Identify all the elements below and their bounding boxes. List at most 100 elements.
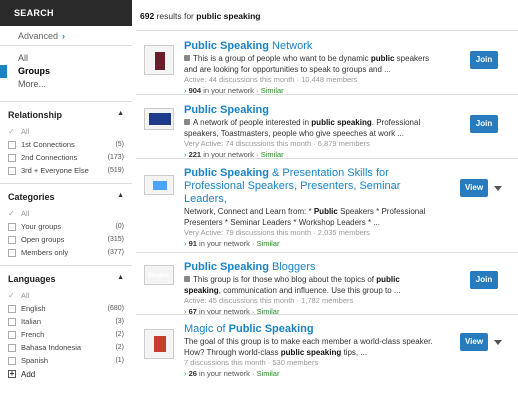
facet-option[interactable]: Open groups (315) (8, 233, 124, 246)
group-logo[interactable] (144, 329, 174, 359)
facet-option[interactable]: Spanish (1) (8, 354, 124, 367)
checkbox[interactable] (8, 140, 16, 149)
facet-label: Italian (21, 317, 42, 326)
facet-count: (377) (107, 249, 124, 256)
facet-relationship: Relationship ▲ ✓ All 1st Connections (5) 2… (0, 102, 132, 184)
lock-icon (184, 119, 190, 125)
network-label[interactable]: in your network (199, 239, 250, 248)
facet-count: (173) (107, 154, 124, 161)
result-item: Public Speaking & Presentation Skills fo… (136, 158, 518, 252)
result-stats: 7 discussions this month · 530 members (184, 358, 319, 367)
result-title-link[interactable]: Public Speaking (184, 95, 518, 117)
desc-part: public (370, 54, 395, 63)
result-title-link[interactable]: Public Speaking Bloggers (184, 253, 518, 274)
facet-header[interactable]: Languages ▲ (8, 274, 124, 284)
result-stats: Very Active: 79 discussions this month ·… (184, 228, 370, 237)
search-type-list: All Groups More... (0, 46, 132, 102)
similar-link[interactable]: Similar (257, 369, 280, 378)
facet-option[interactable]: Your groups (0) (8, 220, 124, 233)
result-title-link[interactable]: Public Speaking & Presentation Skills fo… (184, 159, 424, 206)
title-bold: Public Speaking (184, 261, 269, 273)
network-info: › 91 in your network · Similar (184, 239, 280, 248)
facet-option[interactable]: Members only (377) (8, 246, 124, 259)
view-button[interactable]: View (460, 333, 488, 351)
sidebar: SEARCH Advanced › All Groups More... Rela… (0, 0, 132, 400)
facet-count: (2) (115, 344, 124, 351)
result-description: The goal of this group is to make each m… (184, 336, 434, 358)
desc-part: public speaking (280, 348, 342, 357)
join-button[interactable]: Join (470, 271, 498, 289)
join-button[interactable]: Join (470, 115, 498, 133)
facet-header[interactable]: Relationship ▲ (8, 110, 124, 120)
checkbox[interactable] (8, 166, 16, 175)
type-all[interactable]: All (18, 52, 132, 65)
checkbox[interactable] (8, 304, 16, 313)
view-button[interactable]: View (460, 179, 488, 197)
facet-label: 2nd Connections (21, 153, 78, 162)
group-logo[interactable] (144, 175, 174, 195)
advanced-search-link[interactable]: Advanced › (0, 26, 132, 46)
desc-part: tips, ... (341, 348, 368, 357)
type-groups[interactable]: Groups (18, 65, 132, 78)
caret-up-icon[interactable]: ▲ (117, 274, 124, 284)
desc-part: This is a group of people who want to be… (193, 54, 371, 63)
title-bold: Public Speaking (184, 40, 269, 52)
group-logo[interactable] (144, 45, 174, 75)
facet-label: All (21, 209, 30, 218)
group-logo[interactable]: Blogito, ergo sum (144, 265, 174, 299)
facet-option[interactable]: Bahasa Indonesia (2) (8, 341, 124, 354)
network-label[interactable]: in your network (199, 369, 250, 378)
facet-label: Bahasa Indonesia (21, 343, 82, 352)
checkbox[interactable] (8, 356, 16, 365)
facet-header[interactable]: Categories ▲ (8, 192, 124, 202)
caret-down-icon[interactable] (494, 340, 502, 345)
checkbox[interactable] (8, 153, 16, 162)
add-language-button[interactable]: + Add (8, 367, 124, 381)
facet-label: English (21, 304, 46, 313)
result-item: Blogito, ergo sum Public Speaking Blogge… (136, 252, 518, 316)
desc-part: Public (313, 207, 338, 216)
facet-label: French (21, 330, 45, 339)
checkbox[interactable] (8, 235, 16, 244)
facet-label: 3rd + Everyone Else (21, 166, 89, 175)
facet-option[interactable]: 1st Connections (5) (8, 138, 124, 151)
type-more[interactable]: More... (18, 78, 132, 91)
facet-option[interactable]: Italian (3) (8, 315, 124, 328)
network-count: 91 (188, 239, 197, 248)
checkbox[interactable] (8, 330, 16, 339)
caret-up-icon[interactable]: ▲ (117, 192, 124, 202)
facet-label: Open groups (21, 235, 65, 244)
facet-option-all[interactable]: ✓ All (8, 125, 124, 138)
facet-count: (3) (115, 318, 124, 325)
facet-option[interactable]: English (680) (8, 302, 124, 315)
similar-link[interactable]: Similar (257, 239, 280, 248)
caret-up-icon[interactable]: ▲ (117, 110, 124, 120)
facet-option-all[interactable]: ✓ All (8, 207, 124, 220)
facet-label: Spanish (21, 356, 49, 365)
checkbox[interactable] (8, 317, 16, 326)
title-pre: Magic of (184, 323, 229, 335)
checkbox[interactable] (8, 222, 16, 231)
logo-text: Blogito, ergo sum (145, 273, 173, 299)
join-button[interactable]: Join (470, 51, 498, 69)
result-item: Public Speaking A network of people inte… (136, 94, 518, 159)
search-button[interactable]: SEARCH (0, 0, 132, 26)
checkbox[interactable] (8, 343, 16, 352)
facet-count: (2) (115, 331, 124, 338)
facet-option-all[interactable]: ✓ All (8, 289, 124, 302)
caret-down-icon[interactable] (494, 186, 502, 191)
checkbox[interactable] (8, 248, 16, 257)
facet-label: All (21, 127, 30, 136)
check-icon: ✓ (8, 209, 15, 218)
check-icon: ✓ (8, 127, 15, 136)
desc-part: Network, Connect and Learn from: * (184, 207, 314, 216)
result-description: Network, Connect and Learn from: * Publi… (184, 206, 434, 228)
facet-label: Members only (21, 248, 69, 257)
result-title-link[interactable]: Public Speaking Network (184, 31, 518, 53)
facet-option[interactable]: 2nd Connections (173) (8, 151, 124, 164)
group-logo[interactable] (144, 108, 174, 130)
check-icon: ✓ (8, 291, 15, 300)
facet-option[interactable]: 3rd + Everyone Else (519) (8, 164, 124, 177)
result-description: This group is for those who blog about t… (184, 274, 434, 296)
facet-option[interactable]: French (2) (8, 328, 124, 341)
